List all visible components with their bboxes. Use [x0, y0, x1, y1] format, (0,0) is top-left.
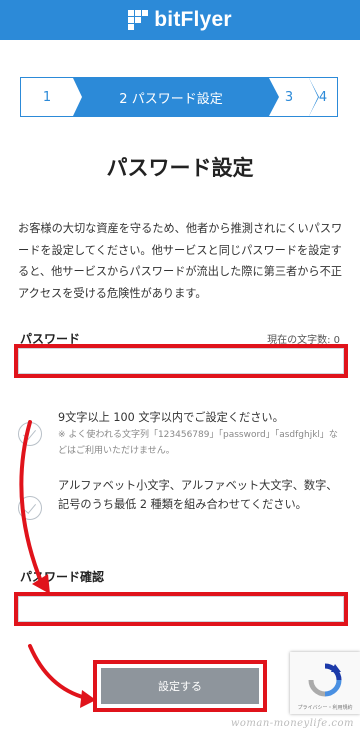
recaptcha-note: プライバシー・利用規約 — [297, 705, 353, 711]
recaptcha-icon — [308, 663, 342, 697]
brand-name: bitFlyer — [154, 8, 232, 31]
brand-logo[interactable]: bitFlyer — [128, 8, 232, 32]
check-circle-icon — [18, 496, 42, 520]
rule-text: アルファベット小文字、アルファベット大文字、数字、記号のうち最低 2 種類を組み… — [58, 479, 338, 511]
watermark: woman-moneylife.com — [230, 718, 354, 729]
bitflyer-logo-icon — [128, 10, 149, 30]
confirm-highlight — [14, 592, 348, 626]
step-1: 1 — [21, 78, 83, 116]
recaptcha-badge[interactable]: プライバシー・利用規約 — [290, 652, 360, 714]
rule-length: 9文字以上 100 文字以内でご設定ください。 ※ よく使われる文字列「1234… — [18, 408, 340, 459]
submit-highlight: 設定する — [93, 660, 267, 712]
rule-text: 9文字以上 100 文字以内でご設定ください。 — [58, 411, 284, 424]
check-circle-icon — [18, 422, 42, 446]
page-title: パスワード設定 — [106, 156, 254, 180]
rule-note: ※ よく使われる文字列「123456789」「password」「asdfghj… — [58, 430, 338, 456]
rule-composition: アルファベット小文字、アルファベット大文字、数字、記号のうち最低 2 種類を組み… — [18, 476, 340, 520]
password-highlight — [14, 344, 348, 378]
step-label: 1 — [42, 89, 52, 105]
app-header: bitFlyer — [0, 0, 360, 40]
step-label: 2 パスワード設定 — [119, 91, 223, 107]
step-2-active: 2 パスワード設定 — [73, 78, 279, 116]
step-label: 3 — [284, 89, 294, 105]
step-label: 4 — [318, 89, 328, 105]
confirm-label: パスワード確認 — [20, 570, 105, 584]
intro-text: お客様の大切な資産を守るため、他者から推測されにくいパスワードを設定してください… — [18, 222, 343, 300]
step-arrow — [269, 78, 279, 116]
submit-button[interactable]: 設定する — [101, 668, 259, 704]
password-input[interactable] — [18, 348, 344, 374]
confirm-password-input[interactable] — [18, 596, 344, 622]
step-indicator: 1 2 パスワード設定 3 4 — [20, 77, 338, 117]
